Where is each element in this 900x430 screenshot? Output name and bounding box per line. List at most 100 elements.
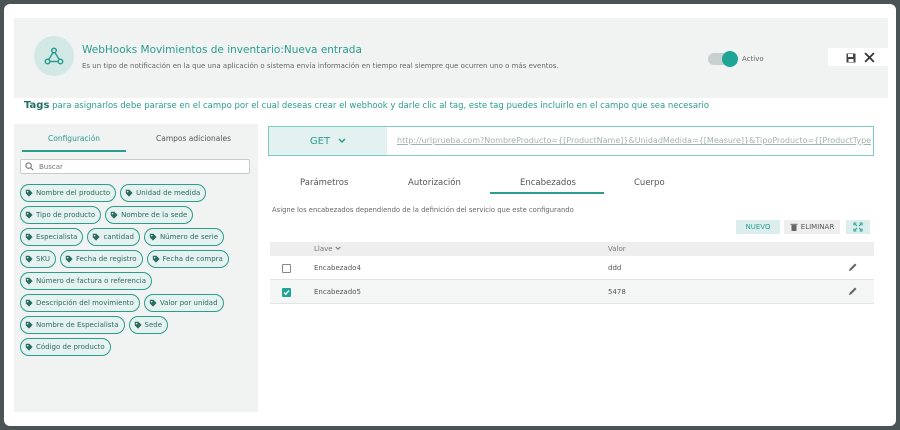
table-row: Encabezado4 ddd — [270, 256, 874, 280]
tag-label: Valor por unidad — [159, 299, 218, 307]
tag-label: Número de factura o referencia — [36, 277, 147, 285]
request-bar: GET http://urlprueba.com?NombreProducto=… — [268, 126, 874, 156]
row-key: Encabezado4 — [314, 264, 361, 272]
trash-icon — [790, 223, 798, 231]
tag-chip[interactable]: Nombre de Especialista — [20, 316, 125, 334]
tag-chip[interactable]: Especialista — [20, 228, 84, 246]
tag-icon — [25, 211, 33, 219]
edit-button[interactable] — [848, 286, 858, 298]
row-checkbox[interactable] — [282, 288, 291, 297]
new-button[interactable]: NUEVO — [736, 220, 780, 234]
tag-label: Especialista — [36, 233, 78, 241]
tag-chip[interactable]: SKU — [20, 250, 56, 268]
tag-label: Código de producto — [36, 343, 105, 351]
row-checkbox[interactable] — [282, 264, 291, 273]
table-body: Encabezado4 ddd Encabezado5 5478 — [270, 256, 874, 304]
tag-icon — [149, 299, 157, 307]
column-header-llave-label: Llave — [314, 245, 333, 253]
tag-chip[interactable]: Fecha de registro — [59, 250, 143, 268]
tag-icon — [152, 255, 160, 263]
tag-list: Nombre del producto Unidad de medida Tipo … — [20, 184, 254, 356]
search-icon — [25, 162, 34, 171]
check-icon — [283, 290, 290, 296]
webhook-icon — [44, 47, 64, 65]
tag-icon — [25, 321, 33, 329]
active-tab-underline — [490, 192, 604, 194]
table-row: Encabezado5 5478 — [270, 280, 874, 304]
close-button[interactable] — [863, 48, 875, 67]
tag-icon — [25, 277, 33, 285]
delete-button[interactable]: ELIMINAR — [784, 220, 840, 234]
tags-instructions-text: para asignarlos debe pararse en el campo… — [49, 101, 710, 111]
tab-autorizacion[interactable]: Autorización — [408, 178, 461, 188]
method-value: GET — [309, 135, 331, 147]
expand-button[interactable] — [846, 220, 870, 234]
tag-icon — [65, 255, 73, 263]
tag-label: SKU — [36, 255, 50, 263]
tag-label: Nombre de Especialista — [36, 321, 119, 329]
request-tabs: Parámetros Autorización Encabezados Cuer… — [268, 174, 874, 194]
save-button[interactable] — [846, 48, 856, 67]
tag-label: Nombre del producto — [36, 189, 111, 197]
active-toggle-label: Activo — [742, 55, 764, 63]
tag-label: Número de serie — [159, 233, 219, 241]
tab-cuerpo[interactable]: Cuerpo — [634, 178, 665, 188]
tags-panel: Configuración Campos adicionales Nombre … — [14, 124, 258, 412]
search-input[interactable] — [39, 161, 239, 172]
tag-icon — [93, 233, 101, 241]
column-header-valor: Valor — [608, 245, 626, 253]
chevron-down-icon — [338, 138, 346, 144]
header-actions — [828, 48, 892, 66]
tag-chip[interactable]: Tipo de producto — [20, 206, 102, 224]
tags-label: Tags — [24, 100, 50, 111]
method-select[interactable]: GET — [269, 127, 387, 155]
tag-icon — [25, 343, 33, 351]
tag-icon — [110, 211, 118, 219]
toggle-knob — [722, 51, 738, 67]
tag-label: Unidad de medida — [136, 189, 201, 197]
search-box — [20, 159, 250, 174]
tag-label: cantidad — [103, 233, 134, 241]
tab-campos-adicionales[interactable]: Campos adicionales — [156, 134, 231, 143]
pencil-icon — [849, 287, 857, 295]
tag-label: Fecha de compra — [162, 255, 223, 263]
active-tab-underline — [22, 150, 126, 152]
tag-chip[interactable]: Número de serie — [143, 228, 225, 246]
row-key: Encabezado5 — [314, 288, 361, 296]
tag-chip[interactable]: Nombre del producto — [20, 184, 117, 202]
row-value: 5478 — [608, 288, 626, 296]
tag-chip[interactable]: Nombre de la sede — [105, 206, 194, 224]
tag-icon — [25, 233, 33, 241]
page-title: WebHooks Movimientos de inventario:Nueva… — [82, 44, 362, 56]
tag-chip[interactable]: Descripción del movimiento — [20, 294, 140, 312]
tag-label: Fecha de registro — [75, 255, 137, 263]
column-header-llave[interactable]: Llave — [314, 245, 341, 253]
tag-chip[interactable]: Fecha de compra — [146, 250, 229, 268]
tag-icon — [125, 189, 133, 197]
tag-chip[interactable]: Unidad de medida — [120, 184, 207, 202]
tag-chip[interactable]: Número de factura o referencia — [20, 272, 153, 290]
tab-encabezados[interactable]: Encabezados — [520, 178, 576, 188]
tab-configuracion[interactable]: Configuración — [48, 134, 100, 143]
edit-button[interactable] — [848, 262, 858, 274]
tag-chip[interactable]: Código de producto — [20, 338, 111, 356]
tag-label: Sede — [144, 321, 163, 329]
modal-header: WebHooks Movimientos de inventario:Nueva… — [14, 18, 892, 98]
headers-hint: Asigne los encabezados dependiendo de la… — [272, 206, 574, 214]
page-subtitle: Es un tipo de notificación en la que una… — [82, 62, 559, 70]
tag-chip[interactable]: Valor por unidad — [143, 294, 224, 312]
close-icon — [863, 51, 875, 63]
url-input[interactable]: http://urlprueba.com?NombreProducto={[Pr… — [397, 136, 871, 145]
tags-instructions: Tags para asignarlos debe pararse en el … — [24, 100, 709, 111]
tag-label: Tipo de producto — [36, 211, 96, 219]
save-icon — [846, 53, 855, 62]
tag-label: Descripción del movimiento — [36, 299, 134, 307]
active-toggle[interactable] — [708, 51, 738, 67]
tag-icon — [25, 189, 33, 197]
headers-table: Llave Valor Encabezado4 ddd Encabezado5 547… — [270, 242, 874, 304]
table-header: Llave Valor — [270, 242, 874, 256]
tag-chip[interactable]: cantidad — [87, 228, 140, 246]
tab-parametros[interactable]: Parámetros — [300, 178, 348, 188]
tag-chip[interactable]: Sede — [128, 316, 168, 334]
tag-label: Nombre de la sede — [121, 211, 188, 219]
